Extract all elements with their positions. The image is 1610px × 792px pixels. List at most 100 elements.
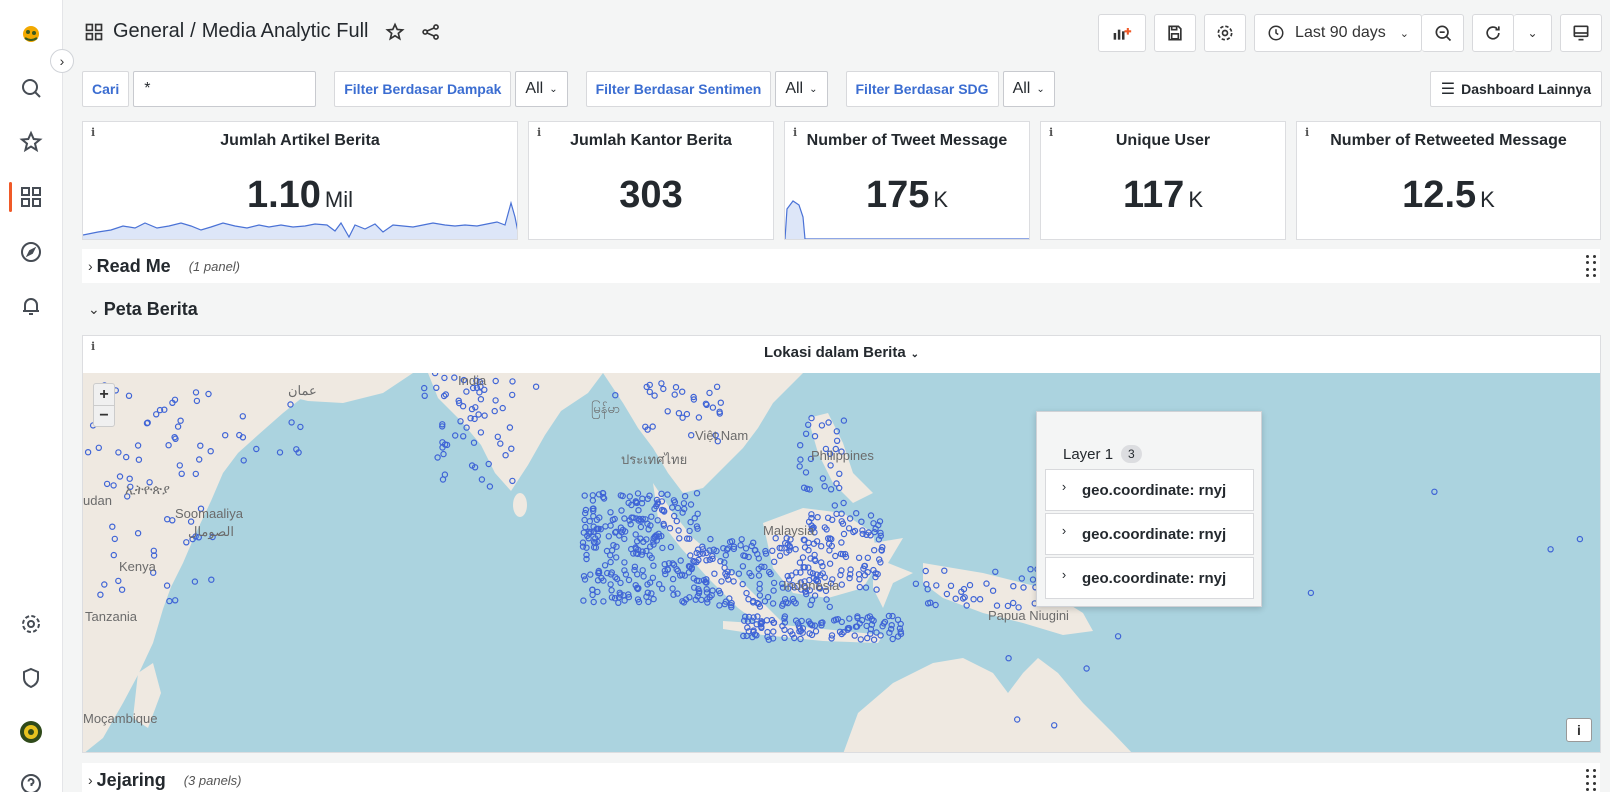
map-marker[interactable] xyxy=(853,509,860,517)
map-marker[interactable] xyxy=(1027,565,1034,573)
map-marker[interactable] xyxy=(421,392,428,399)
map-marker[interactable] xyxy=(704,599,711,606)
map-marker[interactable] xyxy=(586,517,593,525)
map-marker[interactable] xyxy=(686,527,693,535)
tooltip-item[interactable]: › geo.coordinate: rnyj xyxy=(1045,513,1254,555)
map-marker[interactable] xyxy=(755,572,763,579)
map-marker[interactable] xyxy=(716,602,723,609)
row-read-me[interactable]: › Read Me (1 panel) xyxy=(82,249,1600,283)
map-marker[interactable] xyxy=(208,576,215,583)
sentiment-filter-select[interactable]: All ⌄ xyxy=(775,71,828,107)
stat-panel-news-offices[interactable]: i Jumlah Kantor Berita 303 xyxy=(528,121,774,240)
map-marker[interactable] xyxy=(645,598,652,606)
map-marker[interactable] xyxy=(1547,546,1554,553)
map-marker[interactable] xyxy=(831,502,839,509)
stat-panel-articles[interactable]: i Jumlah Artikel Berita 1.10 Mil xyxy=(82,121,518,240)
map-marker[interactable] xyxy=(478,476,486,483)
map-marker[interactable] xyxy=(191,578,199,585)
explore-compass-icon[interactable] xyxy=(15,236,47,268)
map-marker[interactable] xyxy=(439,476,447,483)
map-marker[interactable] xyxy=(769,600,777,607)
map-marker[interactable] xyxy=(625,576,633,584)
map-marker[interactable] xyxy=(840,417,848,424)
user-avatar[interactable] xyxy=(15,716,47,748)
map-marker[interactable] xyxy=(738,536,745,543)
map-marker[interactable] xyxy=(674,504,682,512)
bell-icon[interactable] xyxy=(15,290,47,322)
map-marker[interactable] xyxy=(635,506,642,514)
map-marker[interactable] xyxy=(626,493,634,500)
map-marker[interactable] xyxy=(889,635,896,643)
star-icon[interactable] xyxy=(15,126,47,158)
map-marker[interactable] xyxy=(677,557,684,564)
map-marker[interactable] xyxy=(737,542,744,549)
zoom-out-button[interactable]: − xyxy=(94,405,114,426)
map-marker[interactable] xyxy=(607,551,614,559)
map-marker[interactable] xyxy=(1576,535,1584,543)
map-marker[interactable] xyxy=(992,568,999,575)
map-marker[interactable] xyxy=(613,554,620,561)
row-jejaring[interactable]: › Jejaring (3 panels) xyxy=(82,763,1600,792)
map-marker[interactable] xyxy=(452,432,459,439)
map-marker[interactable] xyxy=(1307,589,1315,597)
layer-tab[interactable]: Layer 1 3 xyxy=(1045,436,1167,472)
map-marker[interactable] xyxy=(600,598,607,605)
map-marker[interactable] xyxy=(582,523,589,531)
map-marker[interactable] xyxy=(650,595,657,603)
map-marker[interactable] xyxy=(797,441,804,449)
map-marker[interactable] xyxy=(648,513,655,520)
stat-panel-unique-users[interactable]: i Unique User 117 K xyxy=(1040,121,1286,240)
more-dashboards-button[interactable]: ☰ Dashboard Lainnya xyxy=(1429,71,1602,107)
map-marker[interactable] xyxy=(580,597,587,604)
row-peta-berita[interactable]: ⌄ Peta Berita xyxy=(82,292,1600,326)
map-marker[interactable] xyxy=(764,593,772,601)
map-marker[interactable] xyxy=(1083,665,1090,672)
stat-panel-tweets[interactable]: i Number of Tweet Message 175 K xyxy=(784,121,1030,240)
attribution-button[interactable]: i xyxy=(1566,718,1592,742)
map-marker[interactable] xyxy=(1029,576,1037,583)
map-marker[interactable] xyxy=(826,603,834,611)
map-marker[interactable] xyxy=(870,520,877,527)
map-marker[interactable] xyxy=(912,580,920,587)
map-marker[interactable] xyxy=(858,518,865,525)
map-marker[interactable] xyxy=(821,482,828,490)
map-marker[interactable] xyxy=(739,563,747,570)
map-marker[interactable] xyxy=(253,445,260,453)
map-marker[interactable] xyxy=(1114,633,1122,640)
impact-filter-select[interactable]: All ⌄ xyxy=(515,71,568,107)
panel-title[interactable]: Lokasi dalam Berita ⌄ xyxy=(83,344,1600,361)
map-marker[interactable] xyxy=(650,562,657,569)
geomap[interactable]: India မြန်မာ ประเทศไทย Việt Nam Philippi… xyxy=(83,373,1600,752)
map-marker[interactable] xyxy=(607,522,614,529)
map-marker[interactable] xyxy=(740,632,747,640)
map-marker[interactable] xyxy=(421,384,428,392)
map-marker[interactable] xyxy=(722,551,730,559)
search-icon[interactable] xyxy=(15,72,47,104)
map-marker[interactable] xyxy=(581,492,588,499)
map-marker[interactable] xyxy=(707,535,714,543)
map-marker[interactable] xyxy=(615,599,622,606)
map-marker[interactable] xyxy=(797,456,804,463)
map-marker[interactable] xyxy=(846,615,853,622)
map-marker[interactable] xyxy=(621,559,628,566)
map-marker[interactable] xyxy=(802,469,810,476)
star-icon[interactable] xyxy=(384,21,406,43)
map-marker[interactable] xyxy=(612,392,619,399)
tv-mode-button[interactable] xyxy=(1560,14,1602,52)
time-range-picker[interactable]: Last 90 days ⌄ xyxy=(1254,14,1422,52)
search-input[interactable]: * xyxy=(133,71,317,107)
map-marker[interactable] xyxy=(618,507,625,514)
drag-handle-icon[interactable] xyxy=(1586,769,1598,791)
map-marker[interactable] xyxy=(607,509,614,516)
map-marker[interactable] xyxy=(1005,655,1012,662)
map-marker[interactable] xyxy=(240,457,247,464)
tooltip-item[interactable]: › geo.coordinate: rnyj xyxy=(1045,469,1254,511)
map-marker[interactable] xyxy=(581,516,588,524)
map-marker[interactable] xyxy=(276,449,284,456)
map-marker[interactable] xyxy=(632,531,639,538)
map-marker[interactable] xyxy=(288,419,295,426)
map-marker[interactable] xyxy=(735,570,743,577)
map-marker[interactable] xyxy=(819,475,827,482)
map-marker[interactable] xyxy=(872,525,879,532)
stat-panel-retweets[interactable]: i Number of Retweeted Message 12.5 K xyxy=(1296,121,1601,240)
